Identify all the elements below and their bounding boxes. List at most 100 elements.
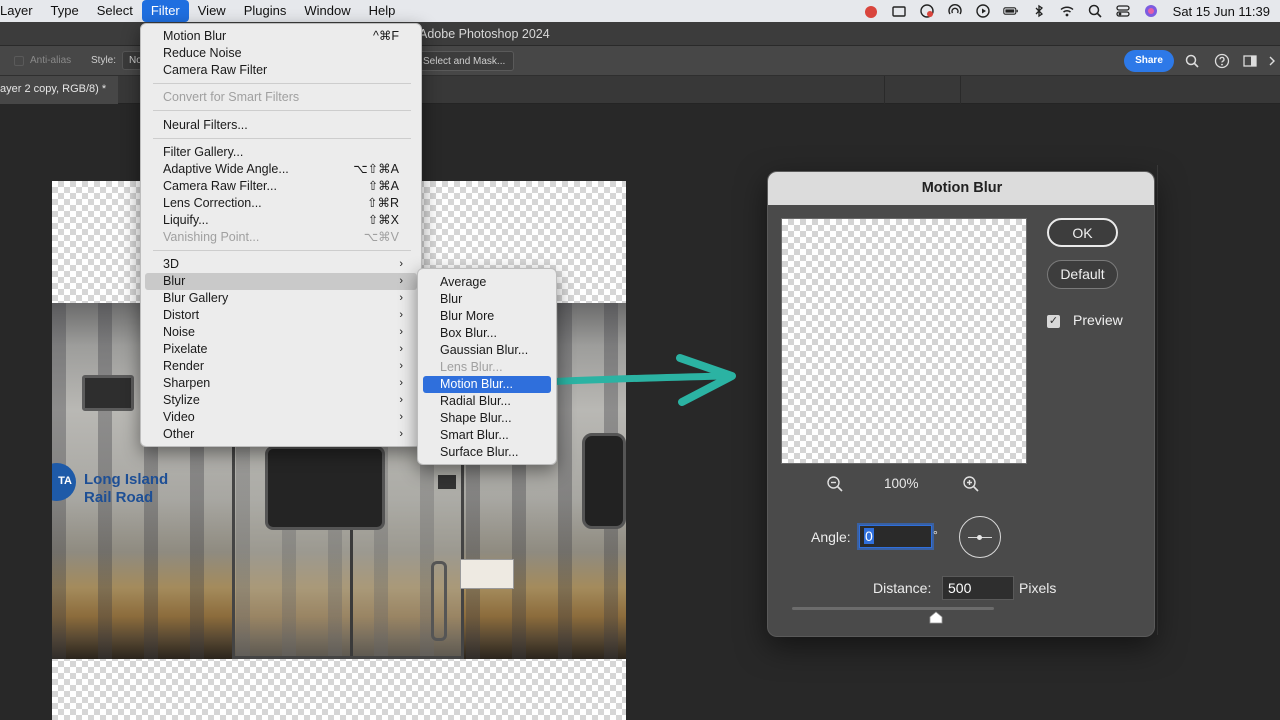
preview-checkbox[interactable]: ✓ <box>1047 315 1060 328</box>
menu-item-reduce-noise[interactable]: Reduce Noise <box>145 45 417 62</box>
menu-item-blur-gallery[interactable]: Blur Gallery › <box>145 290 417 307</box>
menu-item-liquify[interactable]: Liquify... ⇧⌘X <box>145 212 417 229</box>
menu-item-other[interactable]: Other › <box>145 426 417 443</box>
menu-item-label: Distort <box>163 308 200 322</box>
submenu-item-average[interactable]: Average <box>423 274 551 291</box>
tab-divider <box>960 76 961 104</box>
menu-item-filter-gallery[interactable]: Filter Gallery... <box>145 144 417 161</box>
clapper-icon[interactable] <box>889 0 909 22</box>
submenu-item-lens-blur: Lens Blur... <box>440 360 503 374</box>
menu-layer[interactable]: Layer <box>0 0 42 22</box>
submenu-item-radial-blur[interactable]: Radial Blur... <box>423 393 551 410</box>
chevron-right-icon: › <box>399 343 403 355</box>
menu-clock[interactable]: Sat 15 Jun 11:39 <box>1173 4 1270 19</box>
menu-item-label: Other <box>163 427 195 441</box>
menu-item-label: Blur <box>163 274 186 288</box>
select-and-mask-button[interactable]: Select and Mask... <box>416 51 514 71</box>
menu-item-label: Motion Blur <box>163 29 227 43</box>
menu-item-label: Stylize <box>163 393 200 407</box>
shortcut-label: ^⌘F <box>372 29 399 43</box>
menu-item-label: Camera Raw Filter... <box>163 179 277 193</box>
chevron-right-icon: › <box>399 394 403 406</box>
angle-input[interactable]: 0 <box>859 525 932 548</box>
wifi-icon[interactable] <box>1057 0 1077 22</box>
submenu-item-gaussian-blur[interactable]: Gaussian Blur... <box>423 342 551 359</box>
menu-item-render[interactable]: Render › <box>145 358 417 375</box>
submenu-item-motion-blur[interactable]: Motion Blur... <box>423 376 551 393</box>
preview-area[interactable] <box>781 218 1027 464</box>
ok-button[interactable]: OK <box>1047 218 1118 247</box>
menu-window[interactable]: Window <box>295 0 359 22</box>
zoom-level: 100% <box>884 476 919 491</box>
angle-dial[interactable] <box>959 516 1001 558</box>
distance-slider-track[interactable] <box>792 607 994 610</box>
menu-item-sharpen[interactable]: Sharpen › <box>145 375 417 392</box>
anti-alias-checkbox[interactable] <box>14 56 24 66</box>
menu-item-distort[interactable]: Distort › <box>145 307 417 324</box>
submenu-item-box-blur[interactable]: Box Blur... <box>423 325 551 342</box>
workspace-icon[interactable] <box>1242 53 1258 69</box>
menu-item-video[interactable]: Video › <box>145 409 417 426</box>
menu-item-label: Blur Gallery <box>163 291 229 305</box>
anti-alias-label: Anti-alias <box>30 55 72 66</box>
menu-help[interactable]: Help <box>360 0 405 22</box>
distance-input[interactable]: 500 <box>942 576 1014 600</box>
zoom-out-icon[interactable] <box>826 475 844 493</box>
menu-item-label: Lens Correction... <box>163 196 262 210</box>
chevron-right-icon: › <box>399 411 403 423</box>
menu-item-label: Pixelate <box>163 342 208 356</box>
menu-separator <box>153 110 411 111</box>
search-icon[interactable] <box>1085 0 1105 22</box>
submenu-item-smart-blur[interactable]: Smart Blur... <box>423 427 551 444</box>
menu-item-motion-blur-last[interactable]: Motion Blur ^⌘F <box>145 28 417 45</box>
menu-item-adaptive-wide-angle[interactable]: Adaptive Wide Angle... ⌥⇧⌘A <box>145 161 417 178</box>
share-button[interactable]: Share <box>1124 50 1174 72</box>
battery-icon[interactable] <box>1001 0 1021 22</box>
submenu-item-surface-blur[interactable]: Surface Blur... <box>423 444 551 461</box>
search-icon[interactable] <box>1184 53 1200 69</box>
menu-item-3d[interactable]: 3D › <box>145 256 417 273</box>
menu-item-noise[interactable]: Noise › <box>145 324 417 341</box>
menu-item-label: Render <box>163 359 204 373</box>
train-window <box>582 433 626 529</box>
degree-symbol: ° <box>933 528 938 542</box>
menu-item-camera-raw-filter[interactable]: Camera Raw Filter... ⇧⌘A <box>145 178 417 195</box>
menu-separator <box>153 250 411 251</box>
menu-separator <box>153 83 411 84</box>
default-button[interactable]: Default <box>1047 260 1118 289</box>
control-center-icon[interactable] <box>1113 0 1133 22</box>
menu-filter[interactable]: Filter <box>141 0 189 22</box>
blur-submenu: Average Blur Blur More Box Blur... Gauss… <box>417 268 557 465</box>
menu-type[interactable]: Type <box>42 0 88 22</box>
document-tab[interactable]: ayer 2 copy, RGB/8) * <box>0 76 118 104</box>
menu-item-label: 3D <box>163 257 179 271</box>
submenu-item-blur[interactable]: Blur <box>423 291 551 308</box>
app-title: Adobe Photoshop 2024 <box>419 27 550 41</box>
dialog-title: Motion Blur <box>768 172 1154 205</box>
help-icon[interactable] <box>1214 53 1230 69</box>
app-badge-icon[interactable] <box>861 0 881 22</box>
bluetooth-icon[interactable] <box>1029 0 1049 22</box>
menu-select[interactable]: Select <box>88 0 142 22</box>
record-icon[interactable] <box>917 0 937 22</box>
door-window <box>265 446 385 530</box>
menu-item-camera-raw[interactable]: Camera Raw Filter <box>145 62 417 79</box>
siri-icon[interactable] <box>1141 0 1161 22</box>
menu-item-pixelate[interactable]: Pixelate › <box>145 341 417 358</box>
menu-item-stylize[interactable]: Stylize › <box>145 392 417 409</box>
chevron-right-icon[interactable] <box>1264 53 1280 69</box>
menu-view[interactable]: View <box>189 0 235 22</box>
airdrop-icon[interactable] <box>945 0 965 22</box>
menu-item-label: Adaptive Wide Angle... <box>163 162 289 176</box>
style-select[interactable]: No <box>122 51 142 70</box>
distance-slider-thumb[interactable] <box>929 611 943 624</box>
menu-item-lens-correction[interactable]: Lens Correction... ⇧⌘R <box>145 195 417 212</box>
play-icon[interactable] <box>973 0 993 22</box>
menu-item-blur[interactable]: Blur › <box>145 273 417 290</box>
menu-item-neural-filters[interactable]: Neural Filters... <box>145 117 417 134</box>
zoom-in-icon[interactable] <box>962 475 980 493</box>
submenu-item-shape-blur[interactable]: Shape Blur... <box>423 410 551 427</box>
submenu-item-blur-more[interactable]: Blur More <box>423 308 551 325</box>
chevron-right-icon: › <box>399 360 403 372</box>
menu-plugins[interactable]: Plugins <box>235 0 296 22</box>
